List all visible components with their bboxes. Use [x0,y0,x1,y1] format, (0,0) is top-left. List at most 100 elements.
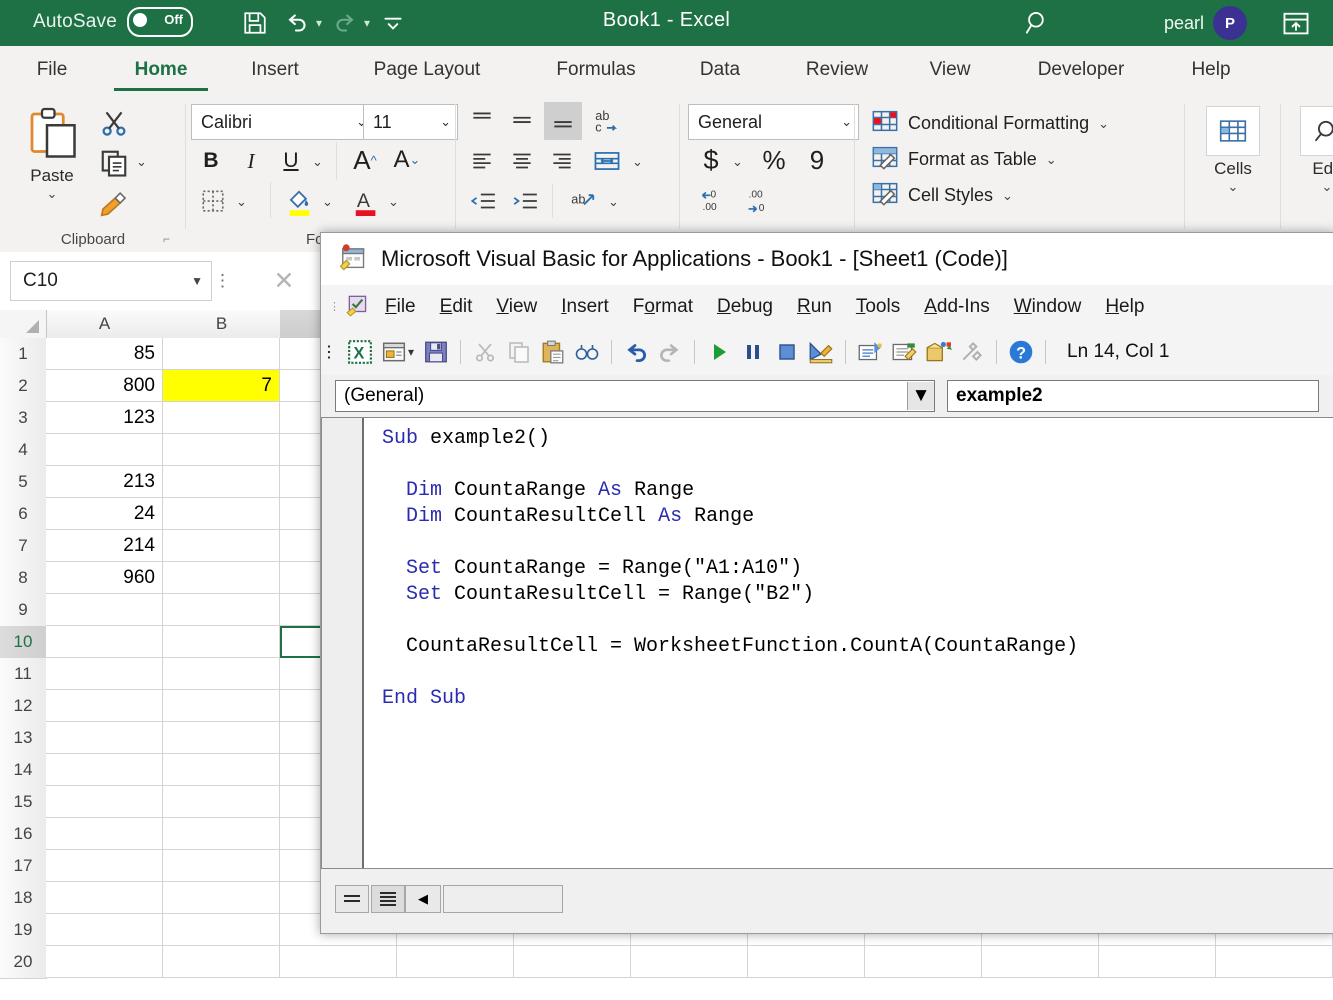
font-color-icon[interactable]: A [346,184,384,218]
cell-A6[interactable]: 24 [46,498,163,530]
ribbon-tab-file[interactable]: File [20,46,84,94]
select-all-corner[interactable] [0,310,47,339]
ribbon-display-options-icon[interactable] [1281,9,1311,37]
cell-A8[interactable]: 960 [46,562,163,594]
cell-A7[interactable]: 214 [46,530,163,562]
cell-B7[interactable] [163,530,280,562]
row-header-8[interactable]: 8 [0,562,47,595]
vba-menu-tools[interactable]: Tools [856,296,900,318]
cell-A3[interactable]: 123 [46,402,163,434]
help-icon[interactable]: ? [1004,335,1038,369]
accounting-dropdown-icon[interactable]: ⌄ [732,154,743,170]
merge-dropdown-icon[interactable]: ⌄ [632,154,643,170]
toolbox-icon[interactable] [955,335,989,369]
cell-A12[interactable] [46,690,163,722]
row-header-3[interactable]: 3 [0,402,47,435]
scroll-left-icon[interactable]: ◀ [405,885,441,913]
font-color-dropdown-icon[interactable]: ⌄ [388,194,399,210]
cell-E20[interactable] [514,946,631,978]
vba-menu-view[interactable]: View [496,296,537,318]
increase-decimal-icon[interactable]: 0 .00 [694,184,736,218]
row-header-16[interactable]: 16 [0,818,47,851]
view-excel-icon[interactable]: X [343,335,377,369]
cell-B3[interactable] [163,402,280,434]
row-header-11[interactable]: 11 [0,658,47,691]
vba-menu-format[interactable]: Format [633,296,693,318]
row-header-20[interactable]: 20 [0,946,47,979]
name-box-dropdown-icon[interactable]: ▼ [191,274,203,288]
cell-B1[interactable] [163,338,280,370]
row-header-12[interactable]: 12 [0,690,47,723]
cell-G20[interactable] [748,946,865,978]
cell-I20[interactable] [982,946,1099,978]
cell-B16[interactable] [163,818,280,850]
fill-color-icon[interactable] [280,184,318,218]
row-header-18[interactable]: 18 [0,882,47,915]
vba-menu-add-ins[interactable]: Add-Ins [924,296,990,318]
font-name-box[interactable]: Calibri ⌄ [191,104,374,140]
vba-menu-insert[interactable]: Insert [561,296,609,318]
format-painter-icon[interactable] [94,184,134,222]
cell-B2[interactable]: 7 [163,370,280,402]
bold-button[interactable]: B [194,144,228,178]
vba-code-text[interactable]: Sub example2() Dim CountaRange As Range … [364,418,1333,868]
row-header-13[interactable]: 13 [0,722,47,755]
undo-icon[interactable] [619,335,653,369]
save-icon[interactable] [419,335,453,369]
number-format-dropdown-icon[interactable]: ⌄ [841,114,852,130]
conditional-formatting-button[interactable]: Conditional Formatting ⌄ [871,108,1109,139]
decrease-decimal-icon[interactable]: .00 0 [740,184,782,218]
row-header-4[interactable]: 4 [0,434,47,467]
procedure-view-icon[interactable] [335,885,369,913]
cell-A18[interactable] [46,882,163,914]
cell-A2[interactable]: 800 [46,370,163,402]
row-header-14[interactable]: 14 [0,754,47,787]
column-header-B[interactable]: B [163,310,281,339]
cell-B6[interactable] [163,498,280,530]
search-icon[interactable] [1020,8,1064,38]
find-icon[interactable] [570,335,604,369]
copy-icon[interactable] [94,144,134,182]
cell-B14[interactable] [163,754,280,786]
format-as-table-button[interactable]: Format as Table ⌄ [871,144,1057,175]
align-bottom-icon[interactable] [544,102,582,140]
cell-A1[interactable]: 85 [46,338,163,370]
cell-A16[interactable] [46,818,163,850]
customize-quick-access-icon[interactable] [374,4,412,42]
row-header-9[interactable]: 9 [0,594,47,627]
cells-button[interactable]: Cells ⌄ [1197,106,1269,195]
row-header-5[interactable]: 5 [0,466,47,499]
cell-B17[interactable] [163,850,280,882]
insert-userform-icon[interactable] [377,335,411,369]
cell-A9[interactable] [46,594,163,626]
break-icon[interactable] [736,335,770,369]
paste-dropdown-icon[interactable]: ⌄ [47,186,58,202]
formula-bar-menu-icon[interactable]: ⋮ [214,271,233,291]
editing-button[interactable]: Edit ⌄ [1291,106,1333,195]
borders-dropdown-icon[interactable]: ⌄ [236,194,247,210]
align-right-icon[interactable] [544,144,580,178]
format-as-table-dropdown-icon[interactable]: ⌄ [1046,152,1057,168]
row-header-19[interactable]: 19 [0,914,47,947]
cell-B5[interactable] [163,466,280,498]
ribbon-tab-developer[interactable]: Developer [1008,46,1154,94]
cell-B20[interactable] [163,946,280,978]
design-mode-icon[interactable] [804,335,838,369]
vba-project-icon[interactable] [345,293,371,322]
borders-icon[interactable] [194,184,232,218]
italic-button[interactable]: I [234,144,268,178]
object-browser-icon[interactable] [921,335,955,369]
vba-menu-file[interactable]: File [385,296,416,318]
vba-menu-help[interactable]: Help [1105,296,1144,318]
save-icon[interactable] [236,4,274,42]
row-header-6[interactable]: 6 [0,498,47,531]
cell-A10[interactable] [46,626,163,658]
decrease-font-size-button[interactable]: A ⌄ [388,142,426,178]
cut-icon[interactable] [94,104,134,142]
insert-dropdown-icon[interactable]: ▾ [408,345,414,359]
reset-icon[interactable] [770,335,804,369]
cell-styles-dropdown-icon[interactable]: ⌄ [1002,188,1013,204]
procedure-dropdown[interactable]: example2 [947,380,1319,412]
ribbon-tab-review[interactable]: Review [786,46,888,94]
cell-D20[interactable] [397,946,514,978]
